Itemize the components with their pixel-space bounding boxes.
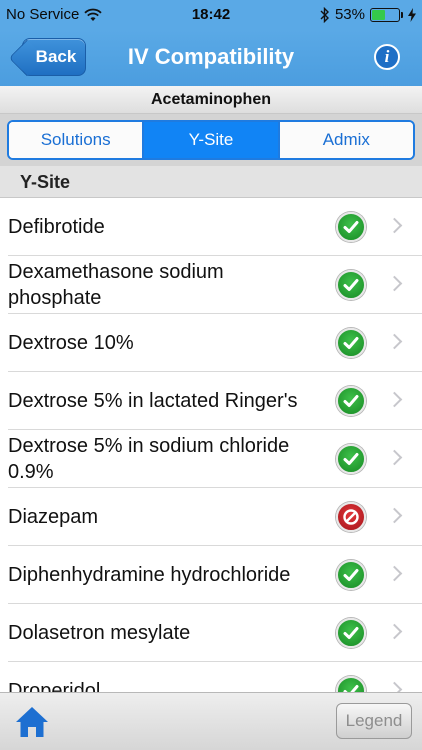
- list-item[interactable]: Droperidol: [0, 662, 422, 692]
- list-item-label: Dolasetron mesylate: [8, 622, 191, 644]
- legend-button[interactable]: Legend: [336, 703, 412, 739]
- chevron-right-icon: [386, 565, 403, 582]
- segment-label: Y-Site: [188, 130, 234, 149]
- list-item-label: Diphenhydramine hydrochloride: [8, 564, 291, 586]
- check-icon: [336, 270, 366, 300]
- charging-icon: [408, 7, 416, 22]
- home-icon[interactable]: [14, 705, 50, 739]
- segment-admix[interactable]: Admix: [277, 122, 413, 158]
- check-icon: [336, 212, 366, 242]
- list-item-label: Droperidol: [8, 680, 101, 692]
- bluetooth-icon: [320, 6, 329, 23]
- segment-label: Admix: [322, 130, 370, 149]
- status-bar: No Service 18:42 53%: [0, 0, 422, 30]
- segment-bar: Solutions Y-Site Admix: [0, 114, 422, 166]
- battery-tip: [401, 11, 403, 18]
- chevron-right-icon: [386, 275, 403, 292]
- segment-label: Solutions: [40, 130, 111, 149]
- battery-level: [372, 9, 385, 20]
- incompatible-icon: [336, 502, 366, 532]
- list-item[interactable]: Dexamethasone sodium phosphate: [0, 256, 422, 314]
- check-icon: [336, 560, 366, 590]
- list-item[interactable]: Dextrose 10%: [0, 314, 422, 372]
- list-item[interactable]: Dextrose 5% in sodium chloride 0.9%: [0, 430, 422, 488]
- status-right: 53%: [320, 6, 416, 23]
- segmented-control: Solutions Y-Site Admix: [7, 120, 415, 160]
- navigation-bar: Back IV Compatibility i: [0, 30, 422, 86]
- info-icon[interactable]: i: [374, 44, 400, 70]
- list-item[interactable]: Diazepam: [0, 488, 422, 546]
- list-item[interactable]: Defibrotide: [0, 198, 422, 256]
- legend-button-label: Legend: [345, 711, 403, 730]
- segment-y-site[interactable]: Y-Site: [142, 122, 278, 158]
- list-item[interactable]: Diphenhydramine hydrochloride: [0, 546, 422, 604]
- compatibility-list: Defibrotide Dexamethasone sodium phospha…: [0, 198, 422, 692]
- list-item-label: Diazepam: [8, 506, 99, 528]
- battery-icon: [370, 7, 400, 22]
- list-item-label: Dexamethasone sodium phosphate: [8, 261, 224, 309]
- list-item-label: Dextrose 5% in lactated Ringer's: [8, 390, 298, 412]
- battery-percent: 53%: [334, 6, 365, 23]
- chevron-right-icon: [386, 449, 403, 466]
- list-item-label: Dextrose 10%: [8, 332, 134, 354]
- check-icon: [336, 386, 366, 416]
- chevron-right-icon: [386, 217, 403, 234]
- list-item[interactable]: Dextrose 5% in lactated Ringer's: [0, 372, 422, 430]
- chevron-right-icon: [386, 507, 403, 524]
- bottom-toolbar: Legend: [0, 692, 422, 750]
- check-icon: [336, 444, 366, 474]
- list-item-label: Dextrose 5% in sodium chloride 0.9%: [8, 435, 290, 483]
- chevron-right-icon: [386, 681, 403, 692]
- chevron-right-icon: [386, 391, 403, 408]
- drug-name-header: Acetaminophen: [0, 86, 422, 114]
- back-button-label: Back: [35, 47, 77, 66]
- list-item-label: Defibrotide: [8, 216, 105, 238]
- info-icon-glyph: i: [384, 47, 390, 66]
- segment-solutions[interactable]: Solutions: [9, 122, 143, 158]
- check-icon: [336, 676, 366, 692]
- list-item[interactable]: Dolasetron mesylate: [0, 604, 422, 662]
- chevron-right-icon: [386, 623, 403, 640]
- check-icon: [336, 328, 366, 358]
- check-icon: [336, 618, 366, 648]
- chevron-right-icon: [386, 333, 403, 350]
- section-header: Y-Site: [0, 166, 422, 198]
